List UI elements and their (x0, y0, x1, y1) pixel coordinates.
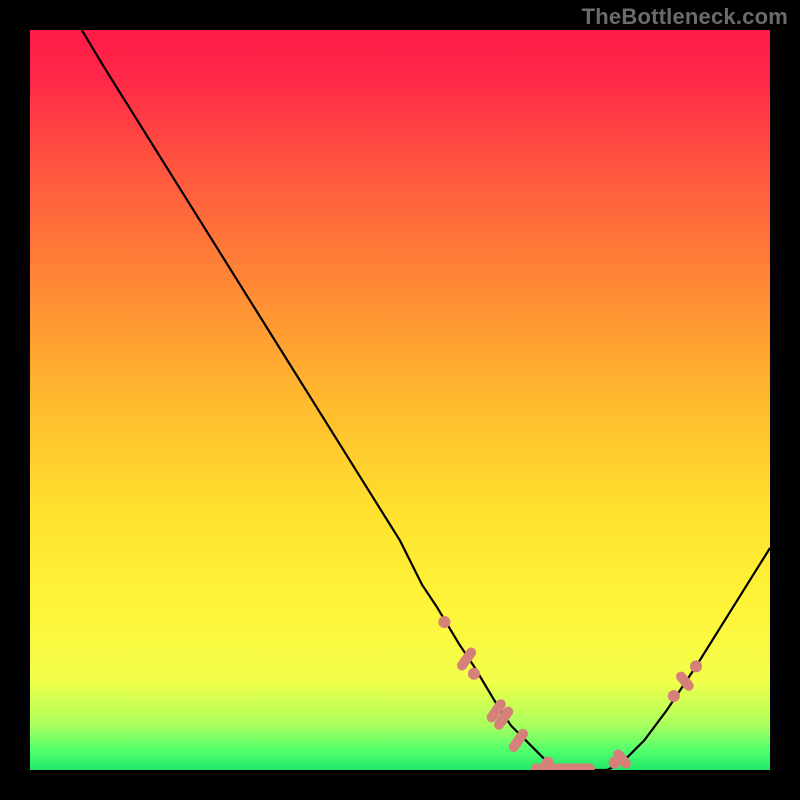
chart-container: TheBottleneck.com (0, 0, 800, 800)
watermark-text: TheBottleneck.com (582, 4, 788, 30)
plot-area (30, 30, 770, 770)
bottleneck-curve (82, 30, 770, 770)
data-marker (438, 616, 450, 628)
data-marker (690, 660, 702, 672)
marker-group (438, 616, 702, 770)
data-marker (468, 668, 480, 680)
data-marker (531, 764, 595, 771)
chart-overlay (30, 30, 770, 770)
data-marker (668, 690, 680, 702)
